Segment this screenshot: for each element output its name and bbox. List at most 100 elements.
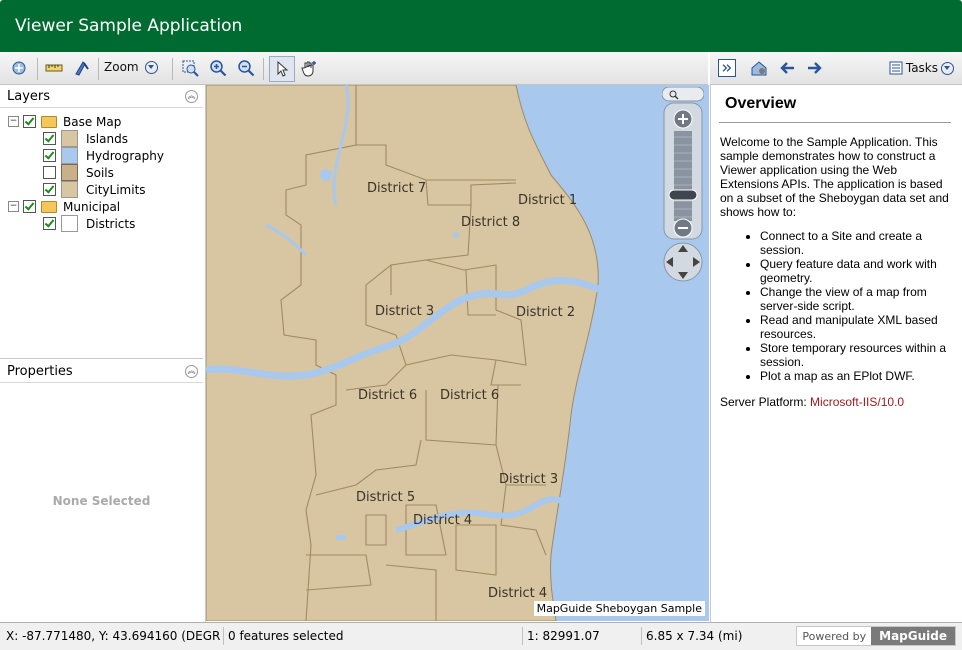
layer-item-districts[interactable]: Districts: [43, 215, 135, 232]
status-bar: X: -87.771480, Y: 43.694160 (DEGREE 0 fe…: [0, 622, 962, 650]
district-label: District 4: [413, 513, 473, 528]
layer-label: Islands: [86, 131, 128, 146]
district-label: District 3: [375, 304, 435, 319]
map-view[interactable]: District 7 District 8 District 1 Distric…: [206, 85, 709, 621]
mapguide-logo: MapGuide: [871, 627, 955, 645]
status-map-size: 6.85 x 7.34 (mi): [641, 627, 811, 645]
layer-swatch: [61, 181, 78, 198]
tasks-list-icon: [889, 61, 903, 75]
group-checkbox[interactable]: [23, 115, 36, 128]
overview-list: Connect to a Site and create a session. …: [720, 229, 955, 383]
list-item: Connect to a Site and create a session.: [760, 229, 955, 257]
map-navigator[interactable]: [661, 86, 705, 282]
layer-swatch: [61, 130, 78, 147]
district-label: District 8: [461, 215, 521, 230]
tasks-menu-button[interactable]: Tasks: [889, 61, 954, 75]
layer-checkbox[interactable]: [43, 217, 56, 230]
layer-label: CityLimits: [86, 182, 146, 197]
layers-panel-header: Layers ︽: [0, 85, 203, 108]
task-home-icon[interactable]: [748, 57, 770, 79]
status-coordinates: X: -87.771480, Y: 43.694160 (DEGREE: [6, 629, 221, 643]
zoom-rectangle-icon[interactable]: [179, 57, 201, 79]
zoom-label: Zoom: [104, 60, 139, 74]
lake: [320, 169, 332, 181]
map-canvas: [206, 85, 603, 621]
list-item: Plot a map as an EPlot DWF.: [760, 369, 955, 383]
group-checkbox[interactable]: [23, 200, 36, 213]
status-scale: 1: 82991.07: [522, 627, 639, 645]
district-label: District 4: [488, 586, 548, 601]
map-toolbar: Zoom: [0, 52, 708, 85]
properties-title: Properties: [7, 364, 73, 379]
layer-group-municipal[interactable]: − Municipal: [8, 198, 120, 215]
lake: [336, 535, 346, 540]
layer-checkbox[interactable]: [43, 183, 56, 196]
powered-by-badge[interactable]: Powered by MapGuide: [796, 626, 956, 646]
district-label: District 6: [358, 388, 418, 403]
layer-checkbox[interactable]: [43, 132, 56, 145]
layer-label: Hydrography: [86, 148, 164, 163]
layer-item-hydrography[interactable]: Hydrography: [43, 147, 164, 164]
task-pane: Overview Welcome to the Sample Applicati…: [710, 85, 962, 622]
tree-collapse-icon[interactable]: −: [8, 201, 19, 212]
district-label: District 5: [356, 490, 416, 505]
pan-icon[interactable]: [298, 57, 320, 79]
list-item: Read and manipulate XML based resources.: [760, 313, 955, 341]
measure-icon[interactable]: [43, 57, 65, 79]
layer-swatch: [61, 215, 78, 232]
zoom-slider-handle: [668, 189, 698, 201]
group-label: Municipal: [63, 199, 121, 214]
left-panel: Layers ︽ − Base Map Islands Hydrography …: [0, 85, 206, 622]
map-watermark: MapGuide Sheboygan Sample: [533, 601, 705, 616]
chevron-down-icon: [144, 60, 158, 74]
tasks-label: Tasks: [905, 61, 938, 75]
expand-panel-icon[interactable]: [718, 59, 736, 77]
zoom-in-icon[interactable]: [207, 57, 229, 79]
server-value: Microsoft-IIS/10.0: [810, 395, 905, 409]
layer-swatch: [61, 147, 78, 164]
zoom-out-icon[interactable]: [235, 57, 257, 79]
layer-label: Districts: [86, 216, 136, 231]
overview-intro: Welcome to the Sample Application. This …: [720, 135, 949, 219]
select-tool-icon[interactable]: [71, 57, 93, 79]
refresh-map-icon[interactable]: [8, 57, 30, 79]
layer-item-islands[interactable]: Islands: [43, 130, 128, 147]
layer-checkbox[interactable]: [43, 149, 56, 162]
tree-collapse-icon[interactable]: −: [8, 116, 19, 127]
layers-title: Layers: [7, 89, 51, 104]
district-label: District 7: [367, 181, 427, 196]
collapse-icon[interactable]: ︽: [185, 90, 198, 103]
group-label: Base Map: [63, 114, 122, 129]
list-item: Query feature data and work with geometr…: [760, 257, 955, 285]
forward-arrow-icon[interactable]: [804, 57, 826, 79]
back-arrow-icon[interactable]: [776, 57, 798, 79]
zoom-menu-button[interactable]: Zoom: [104, 60, 158, 74]
title-bar: Viewer Sample Application: [0, 0, 962, 52]
powered-by-label: Powered by: [802, 629, 867, 643]
status-selection: 0 features selected: [223, 627, 518, 645]
properties-panel-header: Properties ︽: [0, 360, 203, 383]
folder-icon: [41, 115, 57, 128]
lake: [453, 232, 459, 238]
list-item: Change the view of a map from server-sid…: [760, 285, 955, 313]
list-item: Store temporary resources within a sessi…: [760, 341, 955, 369]
server-platform: Server Platform: Microsoft-IIS/10.0: [720, 395, 955, 409]
district-label: District 2: [516, 305, 576, 320]
select-pointer-icon[interactable]: [269, 56, 295, 82]
district-label: District 6: [440, 388, 500, 403]
layer-item-citylimits[interactable]: CityLimits: [43, 181, 146, 198]
layer-swatch: [61, 164, 78, 181]
layer-checkbox[interactable]: [43, 166, 56, 179]
layer-item-soils[interactable]: Soils: [43, 164, 114, 181]
properties-empty-text: None Selected: [52, 494, 151, 508]
overview-title: Overview: [725, 95, 797, 112]
server-label: Server Platform:: [720, 395, 807, 409]
task-pane-toolbar: Tasks: [710, 52, 962, 85]
folder-icon: [41, 200, 57, 213]
overview-body: Welcome to the Sample Application. This …: [720, 135, 955, 409]
collapse-icon[interactable]: ︽: [185, 365, 198, 378]
layer-group-base-map[interactable]: − Base Map: [8, 113, 121, 130]
app-title: Viewer Sample Application: [15, 16, 243, 36]
chevron-down-icon: [941, 61, 954, 75]
district-label: District 3: [499, 472, 559, 487]
